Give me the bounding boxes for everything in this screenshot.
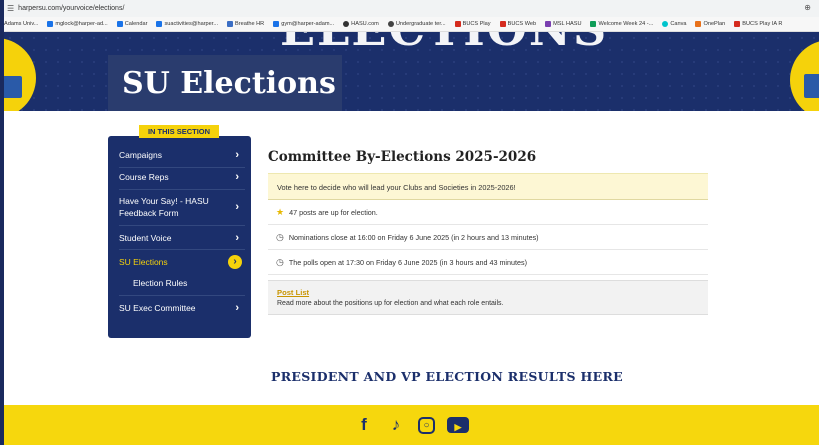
bookmark-icon [156,21,163,27]
facebook-icon[interactable]: f [354,415,374,435]
chevron-right-icon: › [235,149,239,161]
bookmark-icon [590,21,597,27]
clock-icon: ◷ [276,231,284,242]
bookmark[interactable]: MSL HASU [545,21,581,27]
bookmark[interactable]: BUCS Web [499,21,536,27]
bookmark-icon [227,21,233,27]
bookmark-icon [387,21,394,27]
bookmark-icon [734,21,741,27]
bookmark[interactable]: Undergraduate ter... [387,21,446,27]
zoom-icon[interactable]: ⊕ [804,3,811,12]
url-text[interactable]: harpersu.com/yourvoice/elections/ [18,5,124,12]
chevron-right-icon: › [235,201,239,213]
bookmark-icon [545,21,552,27]
bookmark[interactable]: BUCS Play IA R [734,21,782,27]
divider [119,295,245,296]
sidebar-item-have-your-say[interactable]: Have Your Say! - HASU Feedback Form › [119,195,245,219]
sidebar-item-label: Course Reps [119,172,169,182]
tiktok-icon[interactable]: ♪ [386,415,406,435]
bookmark[interactable]: OnePlan [695,21,725,27]
main-content: Committee By-Elections 2025-2026 Vote he… [268,149,708,315]
info-text: 47 posts are up for election. [289,207,378,217]
bookmark-icon [499,21,506,27]
bookmark[interactable]: gym@harper-adam... [273,21,334,27]
post-list-description: Read more about the positions up for ele… [277,300,504,307]
divider [119,167,245,168]
banner-background-word: ELECTIONS [280,32,608,56]
sidebar-item-label: Student Voice [119,233,172,243]
info-row: ◷ Nominations close at 16:00 on Friday 6… [268,225,708,250]
bookmark[interactable]: BUCS Play [454,21,491,27]
sidebar-item-campaigns[interactable]: Campaigns › [119,149,245,161]
vote-notice: Vote here to decide who will lead your C… [268,173,708,200]
bookmarks-bar: Adams Univ... mglock@harper-ad... Calend… [4,17,819,32]
section-sidebar: IN THIS SECTION Campaigns › Course Reps … [108,125,251,338]
info-text: Nominations close at 16:00 on Friday 6 J… [288,232,539,242]
bookmark-icon [454,21,461,27]
star-icon: ★ [276,206,285,217]
page-title: SU Elections [122,65,336,101]
bookmark[interactable]: HASU.com [343,21,379,27]
chevron-right-circle-icon: › [228,255,242,269]
chevron-right-icon: › [235,302,239,314]
bookmark-icon [343,21,350,27]
page-banner: ELECTIONS SU Elections [4,32,819,111]
bookmark[interactable]: suactivities@harper... [156,21,218,27]
browser-window: ☰ harpersu.com/yourvoice/elections/ ⊕ Ad… [4,0,819,445]
sidebar-item-label: Campaigns [119,150,162,160]
address-bar[interactable]: ☰ harpersu.com/yourvoice/elections/ ⊕ [4,0,819,17]
bookmark-icon [273,21,280,27]
election-heading: Committee By-Elections 2025-2026 [268,149,537,165]
bookmark-icon [662,21,669,27]
sidebar-item-label: SU Exec Committee [119,303,196,313]
youtube-icon[interactable]: ▶ [447,417,469,433]
bookmark[interactable]: Breathe HR [227,21,264,27]
bookmark[interactable]: Calendar [116,21,147,27]
divider [119,249,245,250]
screen-frame: ☰ harpersu.com/yourvoice/elections/ ⊕ Ad… [0,0,819,445]
page-title-box: SU Elections [108,55,342,111]
clock-icon: ◷ [276,256,284,267]
bookmark-icon [47,21,54,27]
sidebar-item-student-voice[interactable]: Student Voice › [119,232,245,244]
sidebar-subitem-election-rules[interactable]: Election Rules [133,278,187,288]
sidebar-item-su-exec-committee[interactable]: SU Exec Committee › [119,302,245,314]
instagram-icon[interactable]: ○ [418,416,435,434]
bookmark-icon [116,21,123,27]
footer: f ♪ ○ ▶ [4,405,819,445]
info-row: ★ 47 posts are up for election. [268,200,708,225]
sidebar-item-su-elections[interactable]: SU Elections › [119,255,245,269]
sidebar-item-label: SU Elections [119,257,168,267]
sidebar-heading: IN THIS SECTION [139,125,219,138]
sidebar-item-label: Feedback Form [119,208,179,218]
post-list-card: Post List Read more about the positions … [268,280,708,315]
sidebar-item-label: Have Your Say! - HASU [119,196,209,206]
chevron-right-icon: › [235,232,239,244]
bookmark-icon [695,21,702,27]
divider [119,225,245,226]
bookmark[interactable]: Welcome Week 24 -... [590,21,653,27]
site-settings-icon[interactable]: ☰ [7,4,14,13]
sidebar-item-course-reps[interactable]: Course Reps › [119,171,245,183]
bookmark[interactable]: Adams Univ... [4,21,38,27]
post-list-link[interactable]: Post List [277,288,699,297]
bookmark[interactable]: mglock@harper-ad... [47,21,108,27]
results-heading[interactable]: PRESIDENT AND VP ELECTION RESULTS HERE [271,369,623,384]
chevron-right-icon: › [235,171,239,183]
info-text: The polls open at 17:30 on Friday 6 June… [288,257,527,267]
info-row: ◷ The polls open at 17:30 on Friday 6 Ju… [268,250,708,275]
bookmark[interactable]: Canva [662,21,686,27]
divider [119,189,245,190]
